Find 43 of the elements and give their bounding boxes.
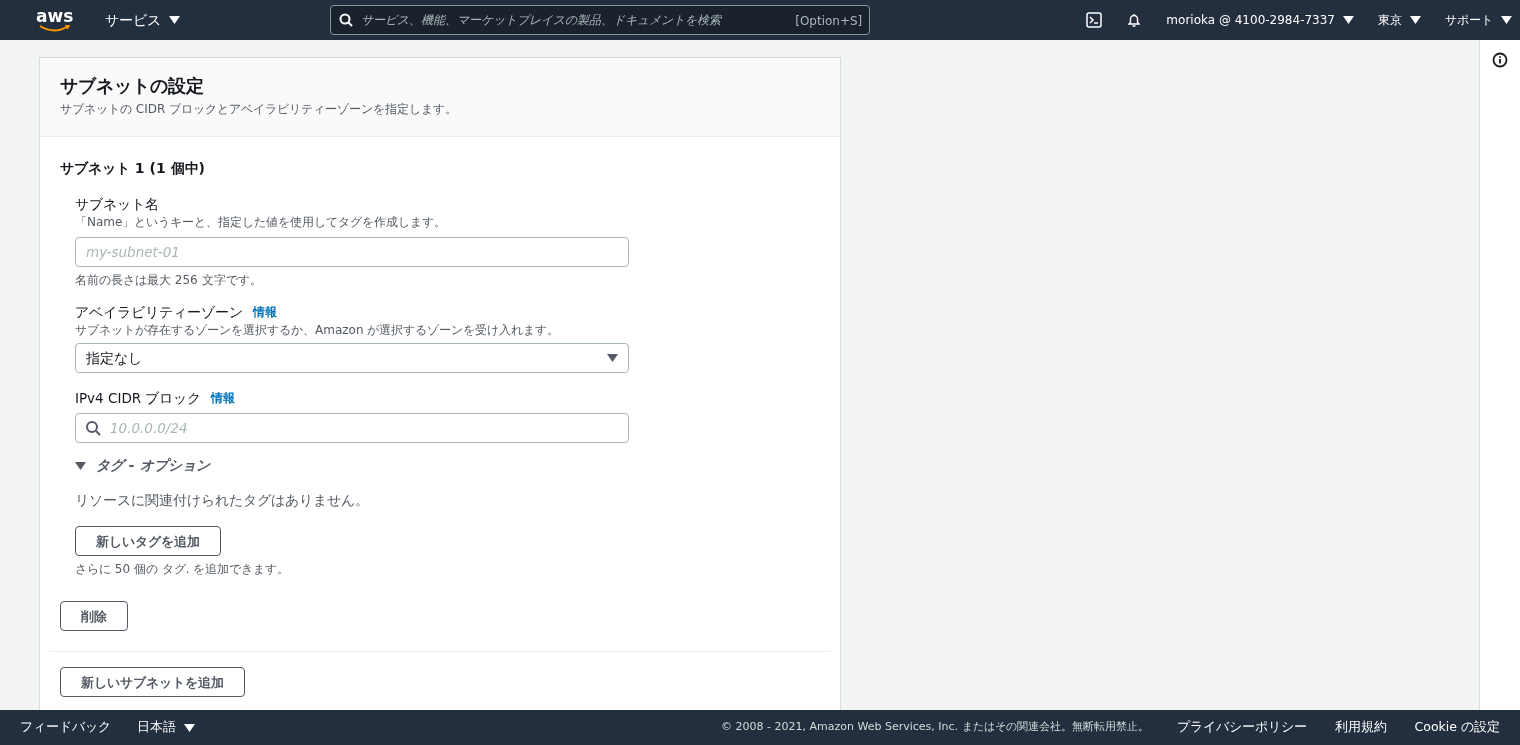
caret-icon — [607, 354, 618, 362]
aws-logo[interactable]: aws — [36, 7, 74, 33]
caret-icon — [184, 723, 195, 732]
caret-icon — [169, 16, 181, 24]
panel-description: サブネットの CIDR ブロックとアベイラビリティーゾーンを指定します。 — [60, 101, 459, 118]
support-menu[interactable]: サポート — [1445, 11, 1512, 29]
field-hint: サブネットが存在するゾーンを選択するか、Amazon が選択するゾーンを受け入れます。 — [75, 322, 561, 339]
region-menu[interactable]: 東京 — [1378, 11, 1421, 29]
services-menu[interactable]: サービス — [105, 9, 181, 31]
info-icon[interactable] — [1492, 52, 1508, 68]
feedback-link[interactable]: フィードバック — [20, 718, 111, 737]
language-menu[interactable]: 日本語 — [137, 718, 195, 737]
add-tag-button[interactable]: 新しいタグを追加 — [75, 526, 221, 557]
subnet-heading: サブネット 1 (1 個中) — [60, 159, 206, 178]
terminal-icon[interactable] — [1086, 12, 1103, 28]
footer-link[interactable]: プライバシーポリシー — [1176, 718, 1307, 737]
caret-icon — [1343, 16, 1354, 24]
subnet-name-input[interactable]: my-subnet-01 — [75, 237, 629, 267]
panel-title: サブネットの設定 — [60, 74, 205, 98]
field-hint: 「Name」というキーと、指定した値を使用してタグを作成します。 — [75, 214, 448, 231]
field-label: アベイラビリティーゾーン — [75, 303, 243, 321]
availability-zone-select[interactable]: 指定なし — [75, 343, 629, 373]
info-link[interactable]: 情報 — [253, 303, 277, 321]
tags-toggle[interactable]: タグ - オプション — [75, 455, 210, 476]
field-note: 名前の長さは最大 256 文字です。 — [75, 272, 263, 289]
empty-tags-message: リソースに関連付けられたタグはありません。 — [75, 491, 370, 510]
tags-limit-note: さらに 50 個の タグ. を追加できます。 — [75, 561, 291, 579]
caret-icon — [1501, 16, 1512, 24]
footer-link[interactable]: 利用規約 — [1334, 718, 1387, 737]
add-subnet-button[interactable]: 新しいサブネットを追加 — [60, 667, 245, 698]
search-icon — [339, 13, 354, 27]
search-icon — [85, 420, 101, 436]
field-label: サブネット名 — [75, 195, 160, 213]
shortcut-hint: [Option+S] — [795, 13, 863, 30]
footer-link[interactable]: Cookie の設定 — [1414, 718, 1500, 737]
cidr-input[interactable]: 10.0.0.0/24 — [75, 413, 629, 443]
info-link[interactable]: 情報 — [211, 389, 236, 407]
copyright-text: © 2008 - 2021, Amazon Web Services, Inc. またはその関連会社。無断転用禁止。 — [721, 719, 1149, 736]
caret-icon — [1410, 16, 1421, 24]
bell-icon[interactable] — [1126, 12, 1143, 28]
field-label: IPv4 CIDR ブロック — [75, 389, 202, 407]
delete-button[interactable]: 削除 — [60, 601, 128, 632]
account-menu[interactable]: morioka @ 4100-2984-7337 — [1166, 11, 1354, 29]
